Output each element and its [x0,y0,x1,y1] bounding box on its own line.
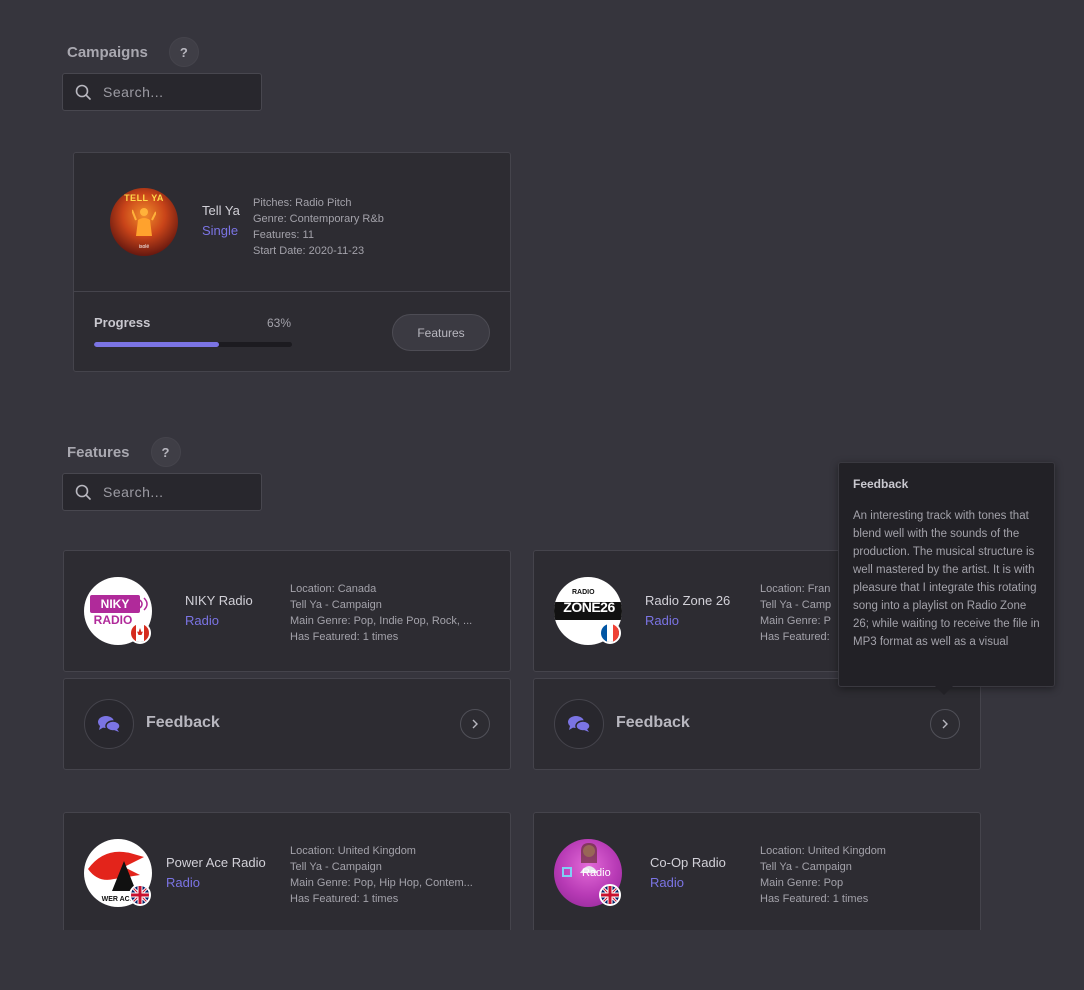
campaigns-help-button[interactable]: ? [168,37,199,67]
features-title: Features [67,443,130,461]
station-logo-subtext: RADIO [93,613,133,627]
station-logo-subtext: RADIO [572,589,595,596]
station-campaign: Tell Ya - Campaign [760,861,852,873]
features-help-button[interactable]: ? [150,437,181,467]
station-card-co-op-radio[interactable]: Radio Co-Op Radio Radio Location: United… [533,812,981,942]
page-bottom [0,930,1084,990]
features-search-input[interactable] [103,484,243,500]
station-location: Location: Canada [290,583,377,595]
canada-flag-icon [129,622,151,644]
pitches: Pitches: Radio Pitch [253,197,352,209]
campaign-info: TELL YA isolé Tell Ya Single Pitches: Ra… [74,153,510,292]
feedback-tooltip: Feedback An interesting track with tones… [838,462,1055,695]
tooltip-caret [935,686,953,695]
features-button[interactable]: Features [392,314,490,351]
station-meta: Location: Canada Tell Ya - Campaign Main… [290,581,495,645]
progress-bar [94,342,292,347]
station-logo-text: ZONE26 [563,599,615,615]
progress-bar-fill [94,342,219,347]
comments-icon [84,699,134,749]
features-header: Features ? [67,437,181,467]
station-meta: Location: United Kingdom Tell Ya - Campa… [760,843,965,907]
cover-title: TELL YA [124,193,164,203]
station-featured: Has Featured: 1 times [290,893,399,905]
feedback-expand-button[interactable] [460,709,490,739]
campaigns-title: Campaigns [67,43,148,61]
station-type[interactable]: Radio [166,875,200,890]
station-campaign: Tell Ya - Campaign [290,861,382,873]
genre: Genre: Contemporary R&b [253,213,384,225]
feedback-card-niky-radio[interactable]: Feedback [63,678,511,770]
station-type[interactable]: Radio [650,875,684,890]
release-type[interactable]: Single [202,223,238,238]
broadcast-icon [139,597,148,611]
station-logo-text: Radio [582,867,611,879]
station-featured: Has Featured: 1 times [760,893,869,905]
station-type[interactable]: Radio [645,613,679,628]
station-genre: Main Genre: Pop [760,877,844,889]
station-name: Power Ace Radio [166,855,266,870]
uk-flag-icon [599,884,621,906]
chevron-right-icon [942,719,948,729]
station-name: Radio Zone 26 [645,593,731,608]
station-featured: Has Featured: 1 times [290,631,399,643]
station-name: Co-Op Radio [650,855,726,870]
campaign-card[interactable]: TELL YA isolé Tell Ya Single Pitches: Ra… [73,152,511,372]
station-genre: Main Genre: Pop, Indie Pop, Rock, ... [290,615,473,627]
feedback-card-radio-zone-26[interactable]: Feedback [533,678,981,770]
feedback-label: Feedback [616,714,690,731]
tooltip-body: An interesting track with tones that ble… [853,510,1040,648]
feedback-expand-button[interactable] [930,709,960,739]
release-name: Tell Ya [202,203,240,218]
station-location: Location: United Kingdom [760,845,886,857]
progress-label: Progress [94,315,151,330]
start-date: Start Date: 2020-11-23 [253,245,365,257]
features-count: Features: 11 [253,229,314,241]
grid-icon [562,867,572,877]
station-location: Location: United Kingdom [290,845,416,857]
station-card-niky-radio[interactable]: NIKY RADIO NIKY Radio Radio Location: Ca… [63,550,511,672]
uk-flag-icon [129,884,151,906]
station-meta: Location: United Kingdom Tell Ya - Campa… [290,843,495,907]
station-card-power-ace-radio[interactable]: WER ACE Power Ace Radio Radio Location: … [63,812,511,942]
feedback-label: Feedback [146,714,220,731]
chevron-right-icon [472,719,478,729]
campaigns-search-input[interactable] [103,84,243,100]
cover-figure-icon [132,208,156,236]
cover-artist: isolé [138,244,150,250]
campaigns-search[interactable] [62,73,262,111]
station-type[interactable]: Radio [185,613,219,628]
campaign-meta: Pitches: Radio Pitch Genre: Contemporary… [253,195,384,259]
release-cover: TELL YA isolé [110,188,178,256]
campaigns-header: Campaigns ? [67,37,199,67]
station-campaign: Tell Ya - Campaign [290,599,382,611]
station-logo-text: NIKY [90,595,140,613]
progress-percent: 63% [267,316,292,330]
search-icon [75,84,91,100]
station-genre: Main Genre: Pop, Hip Hop, Contem... [290,877,473,889]
search-icon [75,484,91,500]
tooltip-title: Feedback [853,477,909,491]
comments-icon [554,699,604,749]
station-name: NIKY Radio [185,593,253,608]
france-flag-icon [599,622,621,644]
features-search[interactable] [62,473,262,511]
